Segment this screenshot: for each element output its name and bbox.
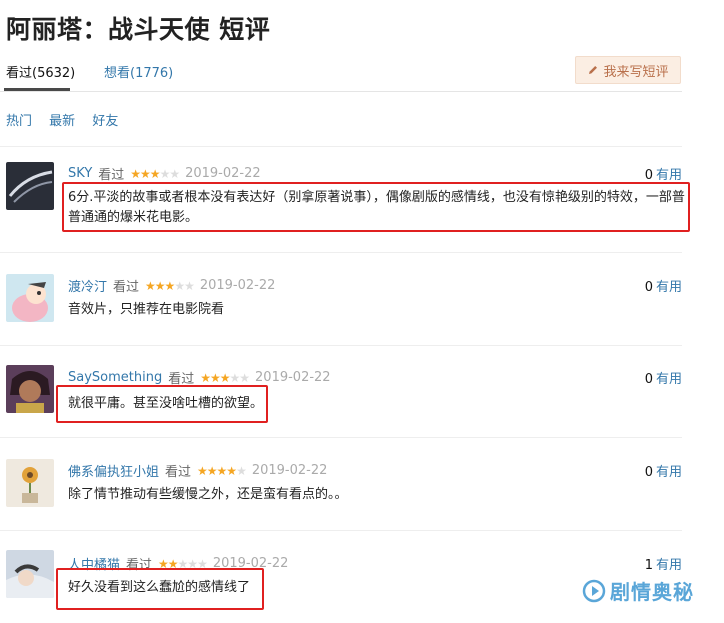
tab-want-to-watch[interactable]: 想看(1776) bbox=[104, 62, 173, 81]
comment-text: 音效片，只推荐在电影院看 bbox=[68, 302, 225, 317]
sort-filters: 热门 最新 好友 bbox=[6, 110, 131, 129]
divider bbox=[0, 252, 682, 253]
avatar[interactable] bbox=[6, 550, 54, 598]
tab-watched[interactable]: 看过(5632) bbox=[6, 62, 75, 81]
divider bbox=[0, 437, 682, 438]
comment-votes: 0 有用 bbox=[645, 276, 682, 295]
divider bbox=[0, 146, 682, 147]
highlight-box bbox=[62, 182, 690, 232]
comment-date: 2019-02-22 bbox=[185, 166, 261, 181]
comment-user[interactable]: SKY bbox=[68, 166, 92, 181]
rating-stars: ★★★★★ bbox=[130, 166, 180, 181]
avatar[interactable] bbox=[6, 162, 54, 210]
useful-button[interactable]: 有用 bbox=[656, 280, 682, 295]
vote-count: 0 bbox=[644, 372, 653, 387]
watermark: 剧情奥秘 bbox=[582, 576, 694, 605]
useful-button[interactable]: 有用 bbox=[656, 465, 682, 480]
comment-text: 除了情节推动有些缓慢之外，还是蛮有看点的。。 bbox=[68, 487, 348, 502]
comment-votes: 0 有用 bbox=[645, 368, 682, 387]
comment-date: 2019-02-22 bbox=[251, 463, 328, 478]
divider bbox=[0, 530, 682, 531]
comment-date: 2019-02-22 bbox=[255, 370, 331, 385]
comment-votes: 0 有用 bbox=[645, 164, 682, 183]
filter-friends[interactable]: 好友 bbox=[92, 114, 118, 129]
avatar[interactable] bbox=[6, 274, 54, 322]
rating-stars: ★★★★★ bbox=[197, 463, 247, 478]
avatar[interactable] bbox=[6, 459, 54, 507]
write-review-label: 我来写短评 bbox=[603, 64, 669, 80]
comment-user[interactable]: 渡冷汀 bbox=[68, 276, 107, 295]
avatar[interactable] bbox=[6, 365, 54, 413]
highlight-box bbox=[56, 385, 268, 423]
comment-user[interactable]: 佛系偏执狂小姐 bbox=[68, 461, 159, 480]
useful-button[interactable]: 有用 bbox=[656, 558, 682, 573]
rating-stars: ★★★★★ bbox=[200, 370, 250, 385]
watermark-text: 剧情奥秘 bbox=[610, 580, 694, 604]
comment-status: 看过 bbox=[113, 280, 140, 295]
pencil-icon bbox=[589, 66, 598, 74]
vote-count: 0 bbox=[644, 168, 653, 183]
write-review-button[interactable]: 我来写短评 bbox=[575, 56, 681, 84]
comment-user[interactable]: SaySomething bbox=[68, 370, 162, 385]
page-title: 阿丽塔：战斗天使 短评 bbox=[6, 15, 271, 44]
filter-hot[interactable]: 热门 bbox=[6, 114, 32, 129]
comment-date: 2019-02-22 bbox=[199, 278, 276, 293]
comment-votes: 1 有用 bbox=[645, 554, 682, 573]
vote-count: 0 bbox=[644, 280, 653, 295]
divider bbox=[0, 345, 682, 346]
comment-votes: 0 有用 bbox=[645, 461, 682, 480]
rating-stars: ★★★★★ bbox=[145, 278, 195, 293]
vote-count: 1 bbox=[644, 558, 653, 573]
comment-status: 看过 bbox=[165, 465, 192, 480]
comment-status: 看过 bbox=[98, 168, 125, 183]
active-tab-indicator bbox=[4, 88, 70, 91]
highlight-box bbox=[56, 568, 264, 610]
filter-latest[interactable]: 最新 bbox=[49, 114, 75, 129]
useful-button[interactable]: 有用 bbox=[656, 168, 682, 183]
useful-button[interactable]: 有用 bbox=[656, 372, 682, 387]
vote-count: 0 bbox=[644, 465, 653, 480]
play-icon bbox=[582, 579, 606, 602]
